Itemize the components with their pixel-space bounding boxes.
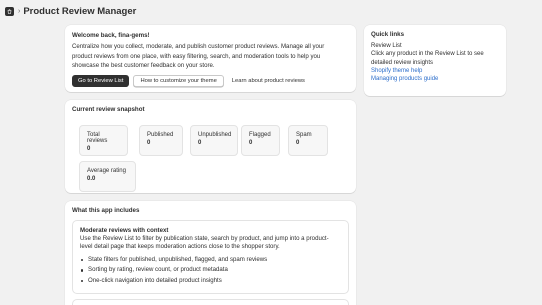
quick-links-card: Quick links Review List Click any produc… [364, 25, 506, 96]
feature-box-next [72, 298, 349, 305]
feature-description-line: Use the Review List to filter by publica… [80, 235, 329, 242]
feature-title: Moderate reviews with context [80, 227, 169, 234]
stat-value: 0.0 [87, 176, 96, 182]
top-bar: › Product Review Manager [0, 0, 542, 22]
quick-link-review-list: Review List [371, 43, 402, 49]
welcome-actions: Go to Review List How to customize your … [72, 74, 349, 87]
quick-link-line: detailed review insights [371, 59, 434, 66]
feature-bullet: One-click navigation into detailed produ… [80, 276, 341, 287]
breadcrumb-chevron-icon: › [18, 7, 21, 15]
stat-tile-average-rating: Average rating 0.0 [79, 161, 136, 192]
stat-tile-unpublished: Unpublished 0 [190, 125, 238, 156]
welcome-description-line: product reviews from one place, with eas… [72, 52, 321, 60]
feature-bullet-list: State filters for published, unpublished… [80, 255, 341, 287]
stat-label: Published [147, 132, 174, 138]
stat-tile-flagged: Flagged 0 [241, 125, 280, 156]
welcome-card: Welcome back, fina-gems! Centralize how … [65, 25, 356, 92]
app-includes-card: What this app includes Moderate reviews … [65, 201, 356, 305]
feature-bullet: Sorting by rating, review count, or prod… [80, 265, 341, 276]
feature-box-moderate: Moderate reviews with context Use the Re… [72, 220, 349, 294]
stat-value: 0 [87, 146, 91, 152]
quick-link-product-insights: Click any product in the Review List to … [371, 50, 499, 67]
welcome-heading: Welcome back, fina-gems! [72, 32, 150, 39]
stat-label: Average rating [87, 168, 126, 174]
page-title: Product Review Manager [23, 5, 137, 17]
quick-link-line: Click any product in the Review List to … [371, 51, 484, 58]
quick-link-managing-products[interactable]: Managing products guide [371, 75, 499, 83]
welcome-description: Centralize how you collect, moderate, an… [72, 42, 349, 71]
feature-description: Use the Review List to filter by publica… [80, 235, 341, 252]
review-snapshot-card: Current review snapshot Total reviews 0 … [65, 100, 356, 193]
welcome-description-line: Centralize how you collect, moderate, an… [72, 43, 325, 50]
stat-tile-published: Published 0 [139, 125, 183, 156]
stat-value: 0 [147, 140, 151, 146]
go-to-review-list-button[interactable]: Go to Review List [72, 74, 130, 87]
quick-links-list: Review List Click any product in the Rev… [371, 42, 499, 83]
stat-label: Unpublished [198, 132, 232, 138]
stat-value: 0 [296, 140, 300, 146]
feature-description-line: level detail page that keeps moderation … [80, 243, 280, 251]
includes-heading: What this app includes [72, 207, 140, 214]
stat-tile-total-reviews: Total reviews 0 [79, 125, 128, 156]
welcome-description-line: showcase the best customer feedback on y… [72, 62, 215, 70]
quick-links-heading: Quick links [371, 31, 405, 38]
stat-label: Spam [296, 132, 312, 138]
stat-value: 0 [249, 140, 253, 146]
learn-about-reviews-button[interactable]: Learn about product reviews [228, 75, 309, 87]
stat-value: 0 [198, 140, 202, 146]
feature-bullet: State filters for published, unpublished… [80, 255, 341, 266]
stat-tile-spam: Spam 0 [288, 125, 328, 156]
stat-grid: Total reviews 0 Published 0 Unpublished … [72, 117, 349, 193]
stat-label: Flagged [249, 132, 271, 138]
customize-theme-button[interactable]: How to customize your theme [133, 74, 224, 87]
quick-link-theme-help[interactable]: Shopify theme help [371, 67, 499, 75]
snapshot-heading: Current review snapshot [72, 106, 145, 113]
shopify-bag-icon[interactable] [5, 6, 14, 16]
stat-label: Total reviews [87, 132, 108, 144]
